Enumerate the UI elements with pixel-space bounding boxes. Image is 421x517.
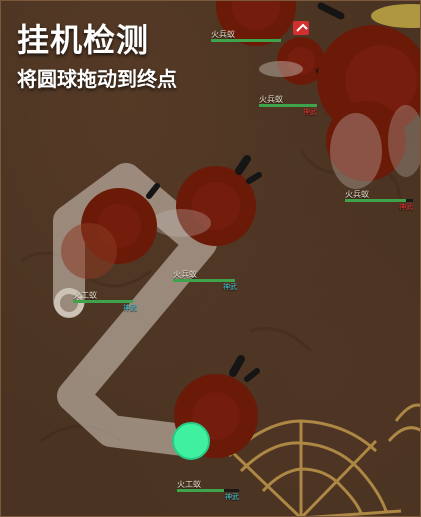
enemy-hp-bar xyxy=(211,39,281,42)
enemy-tag: 神武 xyxy=(123,304,137,312)
ant-right-large xyxy=(317,2,420,189)
game-stage: 挂机检测 将圆球拖动到终点 火兵蚁 火兵蚁 神武 火兵蚁 神武 火兵蚁 神武 火… xyxy=(0,0,421,517)
enemy-tag: 神武 xyxy=(399,203,413,211)
hud-title: 挂机检测 xyxy=(17,21,150,59)
enemy-tag: 神武 xyxy=(303,108,317,116)
hud-subtitle: 将圆球拖动到终点 xyxy=(17,67,177,91)
enemy-tag: 神武 xyxy=(225,493,239,501)
enemy-tag: 神武 xyxy=(223,283,237,291)
